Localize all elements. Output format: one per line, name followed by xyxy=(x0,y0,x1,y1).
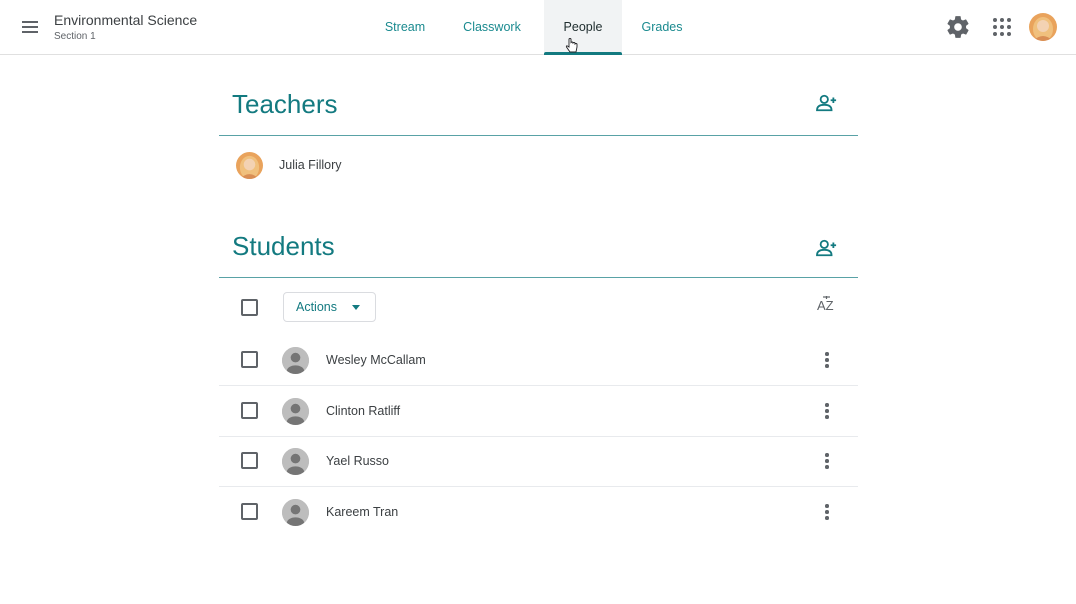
teachers-heading: Teachers xyxy=(232,89,338,119)
hand-pointer-icon xyxy=(565,38,578,53)
student-checkbox[interactable] xyxy=(241,402,258,419)
student-checkbox[interactable] xyxy=(241,351,258,368)
students-heading: Students xyxy=(232,231,335,261)
main-menu-icon[interactable] xyxy=(14,12,46,42)
actions-label: Actions xyxy=(296,300,337,314)
gear-icon[interactable] xyxy=(945,14,971,40)
class-title[interactable]: Environmental Science xyxy=(54,12,197,28)
tab-classwork[interactable]: Classwork xyxy=(440,0,544,54)
student-name: Wesley McCallam xyxy=(326,353,426,367)
tab-grades[interactable]: Grades xyxy=(622,0,702,54)
student-checkbox[interactable] xyxy=(241,452,258,469)
apps-grid-icon[interactable] xyxy=(990,14,1014,40)
student-checkbox[interactable] xyxy=(241,503,258,520)
more-vert-icon[interactable] xyxy=(819,501,835,523)
student-avatar xyxy=(282,398,309,425)
tab-people[interactable]: People xyxy=(544,0,622,55)
tab-stream[interactable]: Stream xyxy=(370,0,440,54)
student-name: Kareem Tran xyxy=(326,505,399,519)
student-avatar xyxy=(282,448,309,475)
invite-teacher-icon[interactable] xyxy=(816,93,838,113)
class-tabs: Stream Classwork People Grades xyxy=(370,0,702,55)
student-row: Clinton Ratliff xyxy=(219,386,858,437)
more-vert-icon[interactable] xyxy=(819,349,835,371)
invite-student-icon[interactable] xyxy=(816,238,838,258)
student-row: Wesley McCallam xyxy=(219,335,858,386)
student-avatar xyxy=(282,347,309,374)
caret-down-icon xyxy=(352,305,360,310)
student-row: Yael Russo xyxy=(219,436,858,487)
sort-az-icon[interactable]: AZ xyxy=(816,296,838,316)
svg-text:AZ: AZ xyxy=(817,298,834,313)
actions-dropdown[interactable]: Actions xyxy=(283,292,376,322)
teacher-avatar xyxy=(236,152,263,179)
teacher-name: Julia Fillory xyxy=(279,158,342,172)
select-all-checkbox[interactable] xyxy=(241,299,258,316)
student-avatar xyxy=(282,499,309,526)
teachers-divider xyxy=(219,135,858,136)
top-app-bar: Environmental Science Section 1 Stream C… xyxy=(0,0,1076,55)
class-section: Section 1 xyxy=(54,31,96,42)
more-vert-icon[interactable] xyxy=(819,450,835,472)
student-name: Yael Russo xyxy=(326,454,389,468)
more-vert-icon[interactable] xyxy=(819,400,835,422)
teacher-row: Julia Fillory xyxy=(219,145,858,185)
student-row: Kareem Tran xyxy=(219,487,858,538)
students-divider xyxy=(219,277,858,278)
account-avatar[interactable] xyxy=(1029,13,1057,41)
student-name: Clinton Ratliff xyxy=(326,404,401,418)
